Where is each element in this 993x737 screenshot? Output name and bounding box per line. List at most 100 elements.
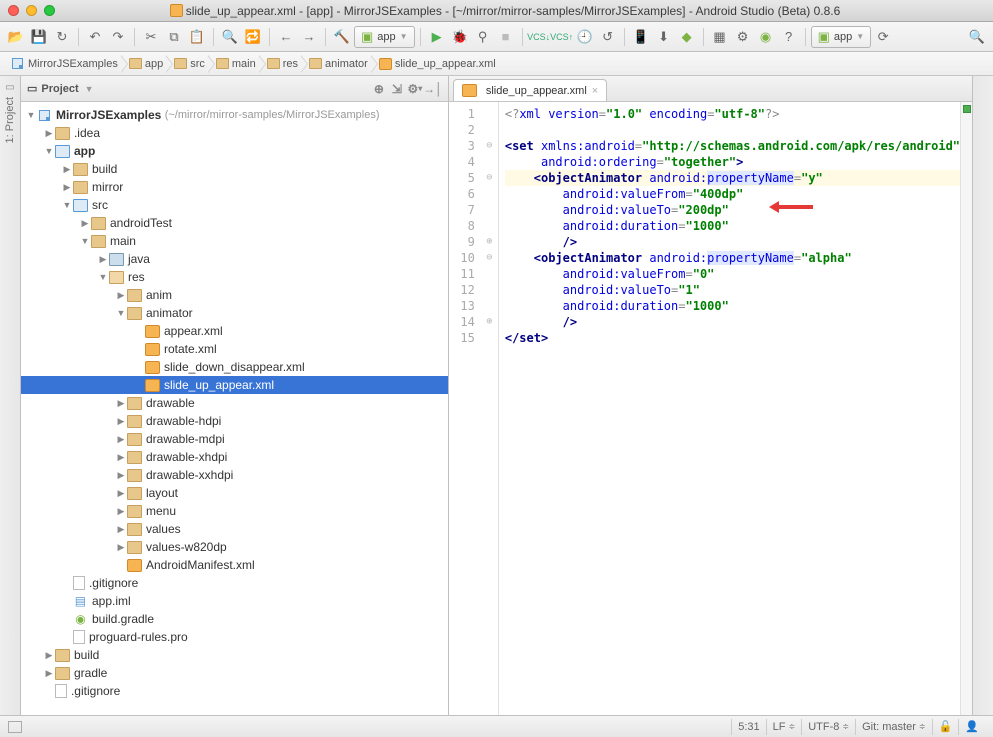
tree-module[interactable]: ▼app (21, 142, 448, 160)
project-tool-label[interactable]: 1: Project (4, 97, 16, 143)
tree-folder[interactable]: ▼animator (21, 304, 448, 322)
tree-file[interactable]: ◉build.gradle (21, 610, 448, 628)
tree-folder[interactable]: ▶build (21, 160, 448, 178)
close-tab-icon[interactable]: × (592, 85, 598, 97)
scroll-to-source-icon[interactable]: ⊕ (370, 80, 388, 98)
xml-file-icon (462, 84, 477, 97)
code-body[interactable]: <?xml version="1.0" encoding="utf-8"?> <… (499, 102, 960, 715)
gradle-sync-icon[interactable]: ⟳ (872, 26, 894, 48)
project-tool-icon[interactable]: ▭ (5, 82, 14, 93)
collapse-all-icon[interactable]: ⇲ (388, 80, 406, 98)
editor-tab[interactable]: slide_up_appear.xml × (453, 79, 607, 101)
undo-icon[interactable]: ↶ (84, 26, 106, 48)
tree-folder[interactable]: ▶anim (21, 286, 448, 304)
cut-icon[interactable]: ✂ (140, 26, 162, 48)
lock-icon[interactable]: 🔓 (932, 719, 959, 735)
redo-icon[interactable]: ↷ (107, 26, 129, 48)
project-panel: ▭Project ▼ ⊕ ⇲ ⚙▾ →│ ▼MirrorJSExamples (… (21, 76, 449, 715)
structure-icon[interactable]: ▦ (709, 26, 731, 48)
close-window-button[interactable] (8, 5, 19, 16)
tree-root[interactable]: ▼MirrorJSExamples (~/mirror/mirror-sampl… (21, 106, 448, 124)
tree-folder[interactable]: ▼src (21, 196, 448, 214)
tree-file-selected[interactable]: slide_up_appear.xml (21, 376, 448, 394)
tree-file[interactable]: rotate.xml (21, 340, 448, 358)
editor-tab-label: slide_up_appear.xml (486, 85, 587, 97)
tree-folder[interactable]: ▶drawable-mdpi (21, 430, 448, 448)
tree-folder[interactable]: ▶drawable (21, 394, 448, 412)
tree-folder[interactable]: ▶menu (21, 502, 448, 520)
module-select[interactable]: ▣app▼ (811, 26, 872, 48)
tree-folder[interactable]: ▼res (21, 268, 448, 286)
tree-folder[interactable]: ▶values (21, 520, 448, 538)
tree-file[interactable]: slide_down_disappear.xml (21, 358, 448, 376)
tree-folder[interactable]: ▶layout (21, 484, 448, 502)
hector-icon[interactable]: 👤 (958, 719, 985, 735)
ddms-icon[interactable]: ◆ (676, 26, 698, 48)
help-icon[interactable]: ? (778, 26, 800, 48)
overview-ruler[interactable] (960, 102, 972, 715)
tree-file[interactable]: ▤app.iml (21, 592, 448, 610)
encoding-select[interactable]: UTF-8≑ (801, 719, 855, 735)
forward-icon[interactable]: → (298, 26, 320, 48)
tree-folder[interactable]: ▶build (21, 646, 448, 664)
left-tool-rail: ▭ 1: Project (0, 76, 21, 715)
vcs-update-icon[interactable]: VCS↓ (528, 26, 550, 48)
tool-windows-icon[interactable] (8, 721, 22, 733)
main-toolbar: 📂 💾 ↻ ↶ ↷ ✂ ⧉ 📋 🔍 🔁 ← → 🔨 ▣app▼ ▶ 🐞 ⚲ ■ … (0, 22, 993, 52)
tree-file[interactable]: .gitignore (21, 682, 448, 700)
tree-folder[interactable]: ▶drawable-hdpi (21, 412, 448, 430)
debug-icon[interactable]: 🐞 (449, 26, 471, 48)
avd-icon[interactable]: 📱 (630, 26, 652, 48)
code-editor[interactable]: 123456789101112131415 ⊖⊖⊕⊖⊕ <?xml versio… (449, 102, 972, 715)
open-icon[interactable]: 📂 (5, 26, 27, 48)
tree-folder[interactable]: ▶mirror (21, 178, 448, 196)
cursor-position[interactable]: 5:31 (731, 719, 765, 735)
title-bar: slide_up_appear.xml - [app] - MirrorJSEx… (0, 0, 993, 22)
breadcrumb[interactable]: main (208, 52, 259, 76)
search-everywhere-icon[interactable]: 🔍 (966, 26, 988, 48)
paste-icon[interactable]: 📋 (186, 26, 208, 48)
project-tree[interactable]: ▼MirrorJSExamples (~/mirror/mirror-sampl… (21, 102, 448, 715)
breadcrumb[interactable]: MirrorJSExamples (4, 52, 121, 76)
tree-folder[interactable]: ▶drawable-xxhdpi (21, 466, 448, 484)
vcs-history-icon[interactable]: 🕘 (574, 26, 596, 48)
stop-icon[interactable]: ■ (495, 26, 517, 48)
settings-icon[interactable]: ⚙ (732, 26, 754, 48)
replace-icon[interactable]: 🔁 (242, 26, 264, 48)
sdk-icon[interactable]: ⬇ (653, 26, 675, 48)
run-config-select[interactable]: ▣app▼ (354, 26, 415, 48)
vcs-commit-icon[interactable]: VCS↑ (551, 26, 573, 48)
hide-panel-icon[interactable]: →│ (424, 80, 442, 98)
git-branch[interactable]: Git: master≑ (855, 719, 932, 735)
line-ending-select[interactable]: LF≑ (766, 719, 802, 735)
editor-tabs: slide_up_appear.xml × (449, 76, 972, 102)
save-icon[interactable]: 💾 (28, 26, 50, 48)
tree-folder[interactable]: ▶values-w820dp (21, 538, 448, 556)
tree-folder[interactable]: ▼main (21, 232, 448, 250)
copy-icon[interactable]: ⧉ (163, 26, 185, 48)
breadcrumb[interactable]: slide_up_appear.xml (371, 52, 499, 76)
tree-file[interactable]: proguard-rules.pro (21, 628, 448, 646)
run-icon[interactable]: ▶ (426, 26, 448, 48)
right-tool-rail (972, 76, 993, 715)
fold-gutter[interactable]: ⊖⊖⊕⊖⊕ (481, 102, 499, 715)
tree-file[interactable]: .gitignore (21, 574, 448, 592)
back-icon[interactable]: ← (275, 26, 297, 48)
vcs-revert-icon[interactable]: ↺ (597, 26, 619, 48)
sync-icon[interactable]: ↻ (51, 26, 73, 48)
tree-folder[interactable]: ▶gradle (21, 664, 448, 682)
make-icon[interactable]: 🔨 (331, 26, 353, 48)
tree-folder[interactable]: ▶drawable-xhdpi (21, 448, 448, 466)
panel-settings-icon[interactable]: ⚙▾ (406, 80, 424, 98)
breadcrumb[interactable]: animator (301, 52, 371, 76)
tree-folder[interactable]: ▶.idea (21, 124, 448, 142)
annotation-arrow (769, 201, 813, 213)
tree-file[interactable]: AndroidManifest.xml (21, 556, 448, 574)
find-icon[interactable]: 🔍 (219, 26, 241, 48)
tree-file[interactable]: appear.xml (21, 322, 448, 340)
attach-icon[interactable]: ⚲ (472, 26, 494, 48)
android-icon[interactable]: ◉ (755, 26, 777, 48)
tree-folder[interactable]: ▶java (21, 250, 448, 268)
tree-folder[interactable]: ▶androidTest (21, 214, 448, 232)
window-title: slide_up_appear.xml - [app] - MirrorJSEx… (25, 4, 985, 18)
